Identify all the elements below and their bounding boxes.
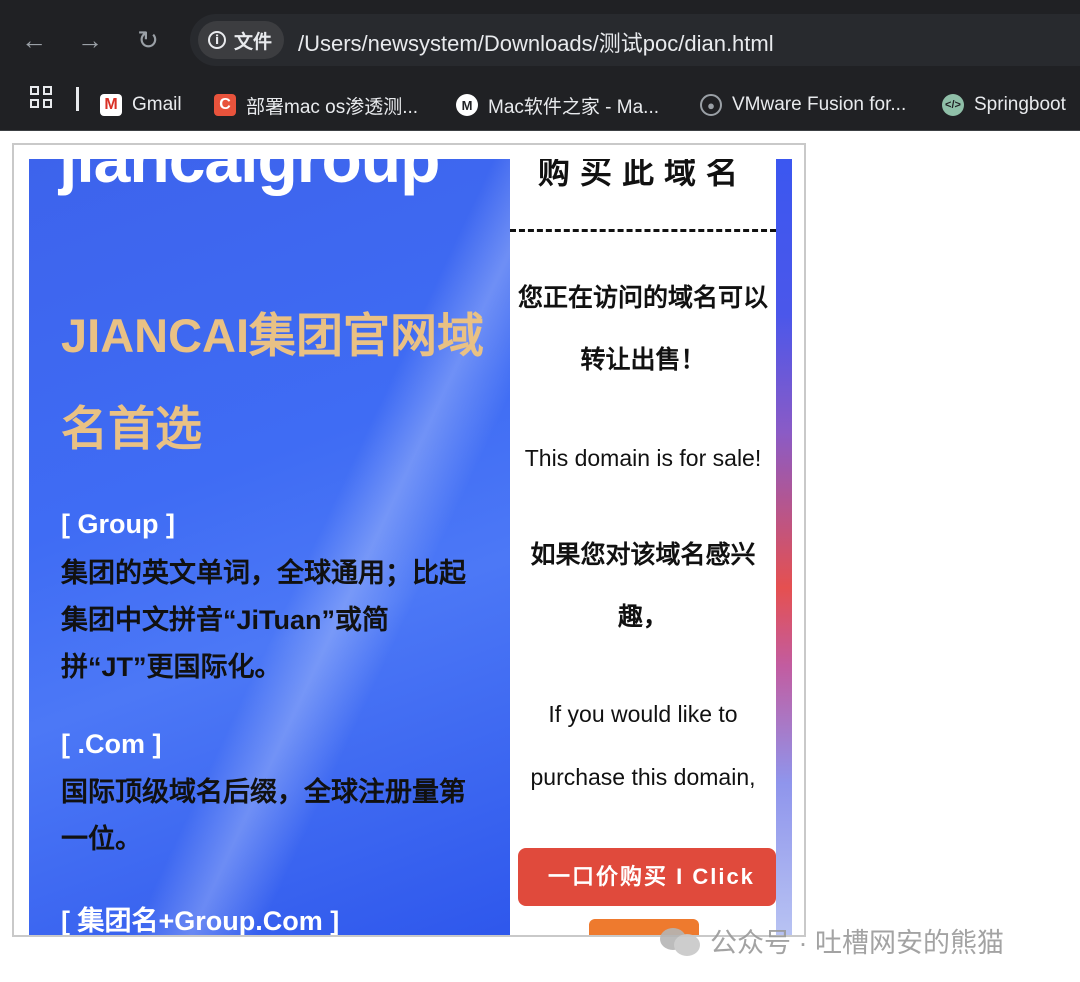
for-sale-zh: 您正在访问的域名可以转让出售！ [517, 284, 768, 374]
url-text[interactable]: /Users/newsystem/Downloads/测试poc/dian.ht… [298, 26, 774, 58]
section-body-group: 集团的英文单词，全球通用；比起集团中文拼音“JiTuan”或简拼“JT”更国际化… [61, 558, 466, 682]
site-info-label: 文件 [234, 30, 273, 53]
section-head-group: [ Group ] [61, 509, 175, 539]
bookmark-label: VMware Fusion for... [732, 94, 907, 115]
gradient-side-strip [776, 159, 792, 935]
bookmark-springboot[interactable]: </> Springboot [942, 88, 1066, 122]
buy-domain-title: 购买此域名 [537, 159, 748, 190]
c-icon: C [214, 94, 236, 116]
bookmark-label: Springboot [974, 94, 1066, 115]
dashed-divider [510, 229, 776, 232]
bookmark-label: Gmail [132, 94, 182, 115]
bookmarks-bar: M Gmail C 部署mac os渗透测... M Mac软件之家 - Ma.… [0, 80, 1080, 131]
bookmark-label: Mac软件之家 - Ma... [488, 96, 660, 118]
bookmark-mac-software[interactable]: M Mac软件之家 - Ma... [456, 88, 659, 122]
right-sale-panel: 购买此域名 您正在访问的域名可以转让出售！ This domain is for… [510, 159, 776, 935]
for-sale-en: This domain is for sale! [524, 445, 762, 471]
reload-icon[interactable]: ↻ [130, 22, 166, 58]
section-head-groupname: [ 集团名+Group.Com ] [61, 906, 340, 936]
browser-toolbar: ← → ↻ i 文件 /Users/newsystem/Downloads/测试… [0, 0, 1080, 80]
back-arrow-icon[interactable]: ← [16, 22, 52, 58]
section-head-com: [ .Com ] [61, 729, 162, 759]
code-icon: </> [942, 94, 964, 116]
bookmark-divider [76, 87, 79, 111]
bookmark-label: 部署mac os渗透测... [246, 96, 419, 118]
page-viewport: jiancaigroup JIANCAI集团官网域名首选 [ Group ] 集… [12, 143, 806, 937]
site-info-chip[interactable]: i 文件 [198, 21, 284, 59]
bookmark-macos-pentest[interactable]: C 部署mac os渗透测... [214, 88, 418, 122]
brand-title: jiancaigroup [59, 159, 440, 196]
info-icon: i [208, 31, 226, 49]
github-icon: ● [700, 94, 722, 116]
promo-headline: JIANCAI集团官网域名首选 [61, 309, 485, 455]
watermark-text: 公众号 · 吐槽网安的熊猫 [710, 927, 1004, 958]
apps-grid-icon[interactable] [30, 86, 52, 108]
address-bar[interactable]: i 文件 /Users/newsystem/Downloads/测试poc/di… [190, 14, 1080, 66]
wechat-icon [660, 924, 700, 956]
interested-en: If you would like to purchase this domai… [530, 701, 756, 790]
left-promo-panel: jiancaigroup JIANCAI集团官网域名首选 [ Group ] 集… [29, 159, 510, 936]
forward-arrow-icon[interactable]: → [72, 22, 108, 58]
bookmark-gmail[interactable]: M Gmail [100, 88, 182, 122]
bookmark-vmware-fusion[interactable]: ● VMware Fusion for... [700, 88, 906, 122]
interested-zh: 如果您对该域名感兴趣， [530, 541, 756, 631]
buy-now-button[interactable]: 一口价购买 I Click [518, 848, 776, 906]
gmail-icon: M [100, 94, 122, 116]
section-body-com: 国际顶级域名后缀，全球注册量第一位。 [61, 777, 466, 854]
m-icon: M [456, 94, 478, 116]
watermark: 公众号 · 吐槽网安的熊猫 [660, 918, 1004, 962]
